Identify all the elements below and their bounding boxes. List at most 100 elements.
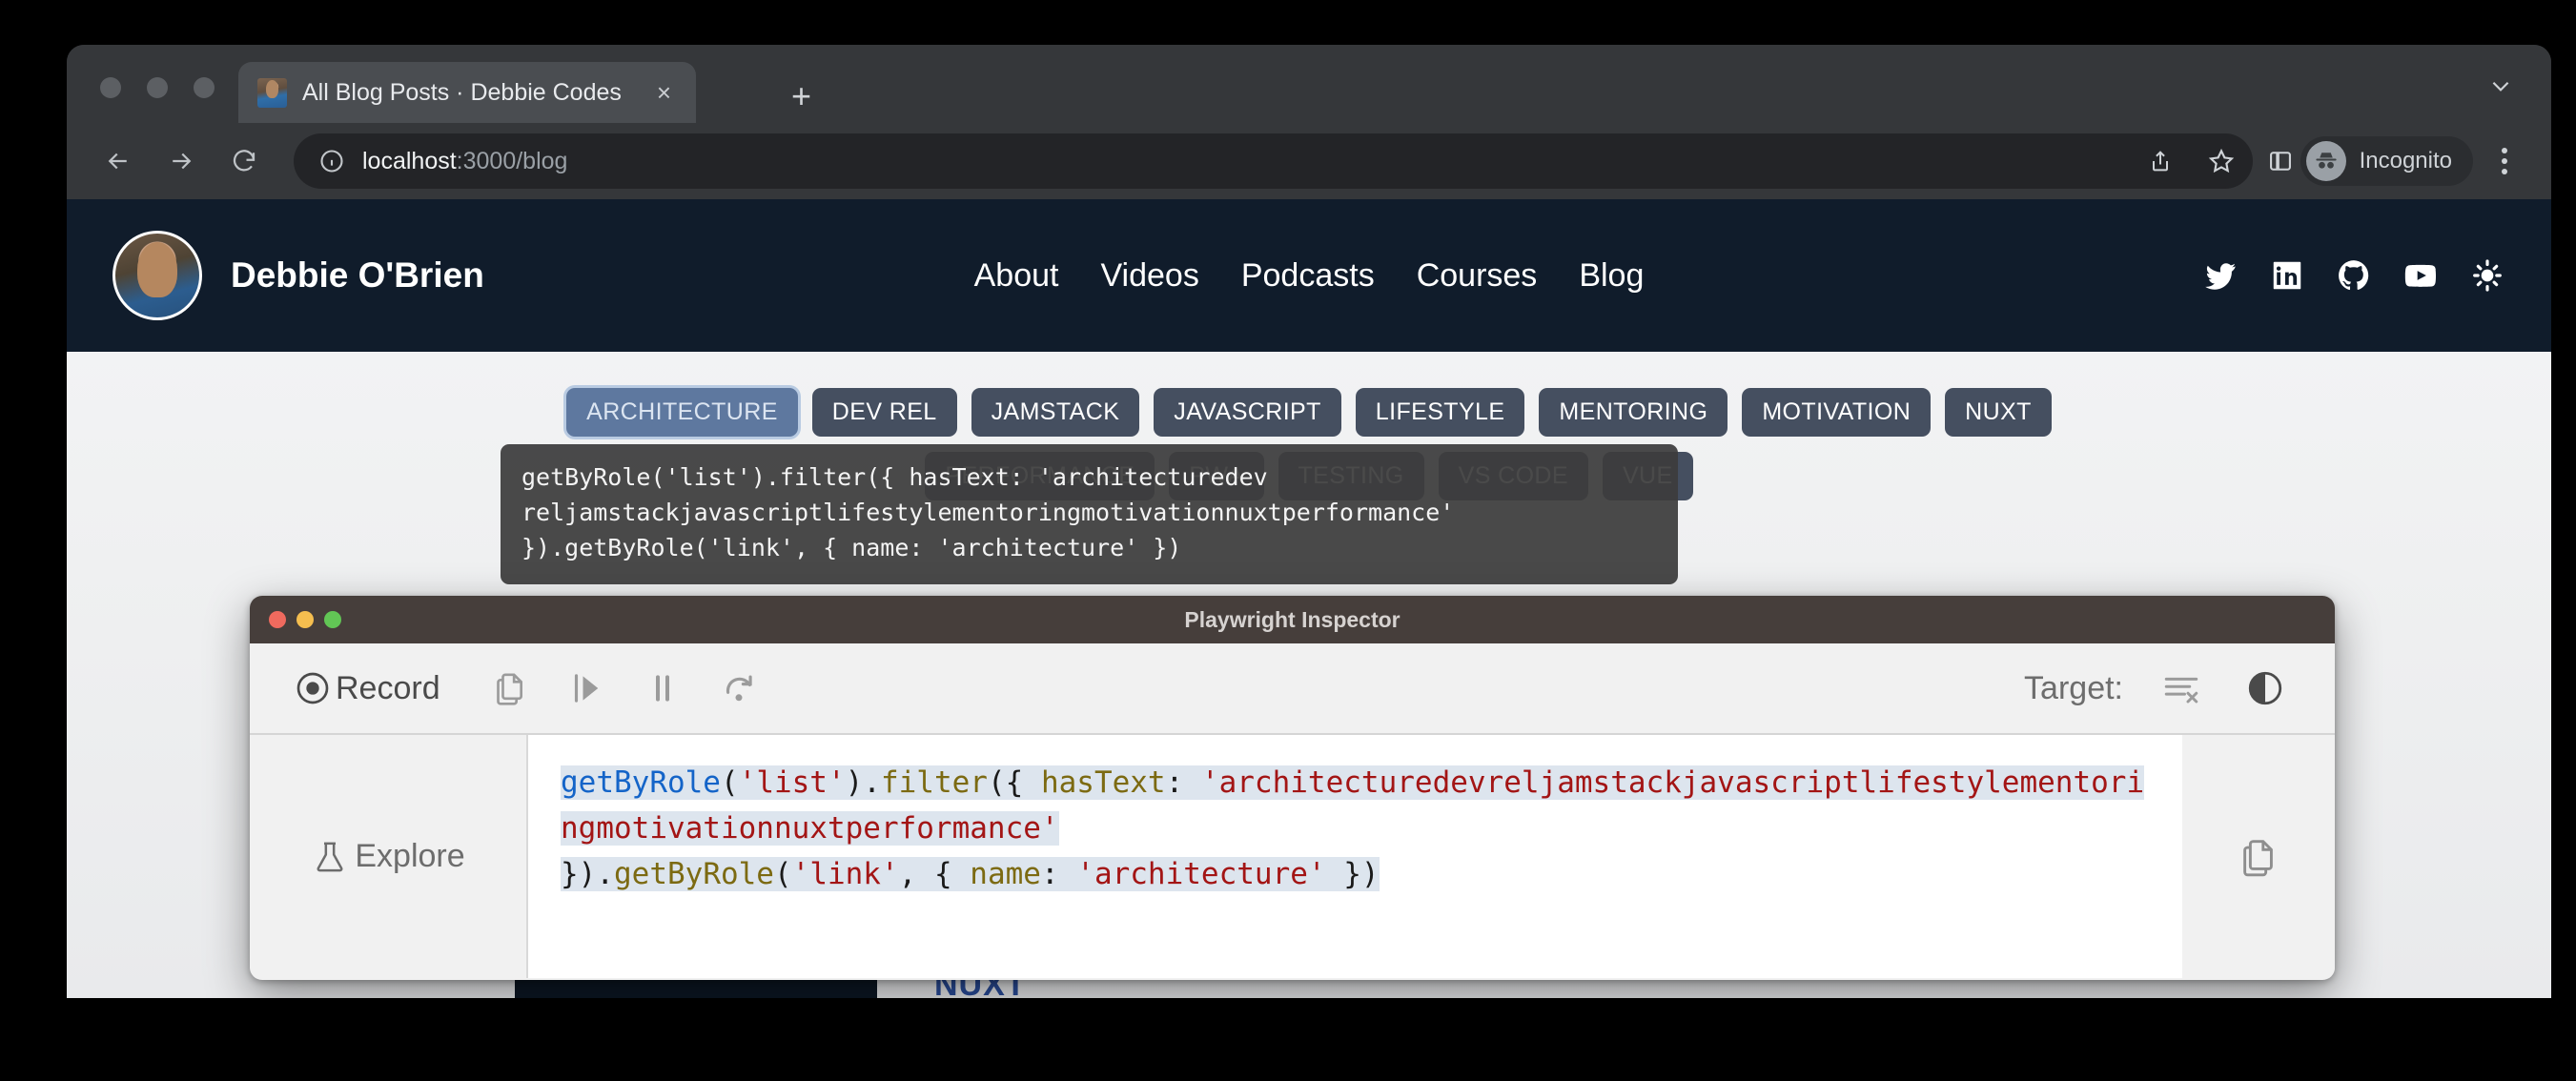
pause-button[interactable] [637, 663, 688, 714]
tab-title: All Blog Posts · Debbie Codes [302, 78, 622, 106]
inspector-window-title: Playwright Inspector [1184, 606, 1400, 632]
incognito-icon [2315, 153, 2337, 169]
target-label: Target: [2024, 669, 2123, 706]
flask-icon [317, 842, 343, 871]
inspector-toolbar: Record Target: [250, 643, 2335, 735]
record-label: Record [336, 669, 440, 706]
copy-icon [2243, 839, 2273, 876]
tag-javascript[interactable]: JAVASCRIPT [1154, 388, 1341, 437]
star-icon [2208, 148, 2234, 173]
window-minimize-button[interactable] [147, 77, 168, 98]
address-bar-actions [2146, 147, 2236, 175]
twitter-link[interactable] [2202, 257, 2239, 294]
github-link[interactable] [2336, 257, 2372, 294]
inspector-minimize-button[interactable] [296, 611, 314, 628]
browser-tabstrip: All Blog Posts · Debbie Codes × + [67, 45, 2551, 123]
tag-nuxt[interactable]: NUXT [1945, 388, 2052, 437]
site-info-icon[interactable] [318, 148, 345, 174]
linkedin-icon [2273, 261, 2301, 290]
inspector-titlebar: Playwright Inspector [250, 596, 2335, 643]
inspector-close-button[interactable] [269, 611, 286, 628]
nav-item-blog[interactable]: Blog [1579, 257, 1644, 295]
browser-tab-active[interactable]: All Blog Posts · Debbie Codes × [238, 62, 696, 123]
browser-toolbar: localhost:3000/blog Incognito [67, 123, 2551, 199]
inspector-body: Explore getByRole('list').filter({ hasTe… [250, 735, 2335, 978]
address-bar[interactable]: localhost:3000/blog [294, 133, 2253, 189]
kebab-dot [2502, 169, 2507, 174]
youtube-icon [2404, 264, 2436, 287]
arrow-right-icon [173, 153, 192, 170]
profile-incognito-chip[interactable]: Incognito [2300, 136, 2473, 186]
side-panel-icon [2269, 152, 2291, 171]
playwright-inspector-window: Playwright Inspector Record Target: Expl… [250, 596, 2335, 980]
address-bar-path: :3000/blog [456, 147, 568, 174]
tag-row-1: ARCHITECTURE DEV REL JAMSTACK JAVASCRIPT… [566, 388, 2052, 437]
address-bar-url: localhost:3000/blog [362, 148, 567, 175]
window-close-button[interactable] [100, 77, 121, 98]
tag-lifestyle[interactable]: LIFESTYLE [1355, 388, 1525, 437]
side-panel-button[interactable] [2266, 147, 2295, 175]
screenshot-root: All Blog Posts · Debbie Codes × + localh… [0, 0, 2576, 1081]
inspector-maximize-button[interactable] [324, 611, 341, 628]
tab-close-icon[interactable]: × [651, 76, 677, 109]
contrast-toggle-button[interactable] [2239, 663, 2291, 714]
reload-button[interactable] [223, 140, 265, 182]
back-button[interactable] [97, 140, 139, 182]
arrow-left-icon [108, 153, 127, 170]
forward-button[interactable] [160, 140, 202, 182]
new-tab-button[interactable]: + [791, 79, 811, 113]
tag-dev-rel[interactable]: DEV REL [811, 388, 957, 437]
pause-icon [655, 675, 669, 702]
explore-label: Explore [355, 838, 465, 874]
site-header: Debbie O'Brien About Videos Podcasts Cou… [67, 199, 2551, 352]
copy-icon [496, 673, 522, 705]
github-icon [2339, 260, 2369, 291]
youtube-link[interactable] [2402, 257, 2439, 294]
theme-toggle-button[interactable] [2469, 257, 2505, 294]
twitter-icon [2205, 263, 2236, 290]
kebab-dot [2502, 148, 2507, 153]
contrast-toggle-icon [2248, 671, 2282, 705]
clear-log-button[interactable] [2156, 663, 2207, 714]
tag-motivation[interactable]: MOTIVATION [1742, 388, 1932, 437]
inspector-toolbar-right: Target: [2024, 663, 2291, 714]
nav-item-videos[interactable]: Videos [1100, 257, 1198, 295]
selector-code[interactable]: getByRole('list').filter({ hasText: 'arc… [561, 760, 2150, 897]
site-brand[interactable]: Debbie O'Brien [112, 231, 484, 320]
tag-architecture[interactable]: ARCHITECTURE [566, 388, 798, 437]
site-nav: About Videos Podcasts Courses Blog [974, 257, 1645, 295]
social-links [2202, 257, 2505, 294]
inspector-traffic-lights[interactable] [269, 611, 341, 628]
nav-item-podcasts[interactable]: Podcasts [1241, 257, 1375, 295]
incognito-label: Incognito [2359, 148, 2452, 173]
record-icon [296, 672, 329, 704]
window-maximize-button[interactable] [194, 77, 215, 98]
copy-button[interactable] [484, 663, 536, 714]
nav-item-about[interactable]: About [974, 257, 1059, 295]
address-bar-host: localhost [362, 147, 457, 174]
nav-item-courses[interactable]: Courses [1417, 257, 1538, 295]
window-traffic-lights[interactable] [100, 77, 215, 98]
browser-menu-button[interactable] [2488, 148, 2521, 174]
explore-section-label: Explore [250, 735, 528, 978]
step-over-icon [574, 674, 598, 703]
tag-jamstack[interactable]: JAMSTACK [971, 388, 1140, 437]
step-over-button[interactable] [561, 663, 612, 714]
reload-icon [233, 150, 256, 172]
tag-mentoring[interactable]: MENTORING [1539, 388, 1728, 437]
step-forward-button[interactable] [713, 663, 765, 714]
step-forward-icon [726, 675, 752, 702]
theme-toggle-sun-icon [2473, 259, 2502, 292]
tab-favicon [257, 77, 287, 108]
chevron-down-icon[interactable] [2488, 73, 2513, 98]
share-icon [2152, 151, 2168, 172]
selector-input-cell[interactable]: getByRole('list').filter({ hasText: 'arc… [528, 735, 2182, 978]
share-button[interactable] [2146, 147, 2175, 175]
copy-selector-button[interactable] [2182, 735, 2335, 978]
record-button[interactable]: Record [294, 669, 440, 707]
linkedin-link[interactable] [2269, 257, 2305, 294]
playwright-selector-tooltip: getByRole('list').filter({ hasText: 'arc… [501, 444, 1678, 585]
clear-log-icon [2164, 677, 2198, 704]
bookmark-button[interactable] [2207, 147, 2236, 175]
avatar [112, 231, 202, 320]
